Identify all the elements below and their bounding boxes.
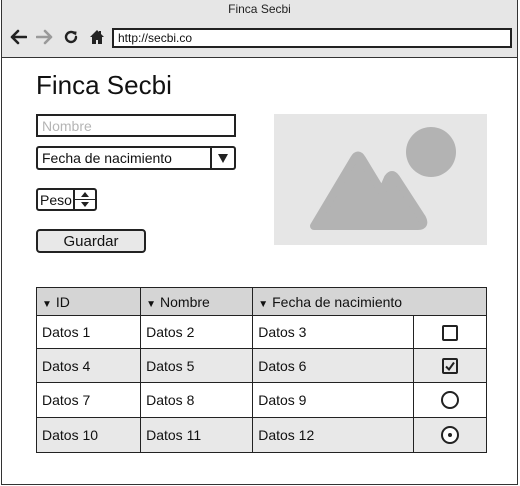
sort-down-icon: ▼ bbox=[42, 298, 52, 310]
step-down-icon[interactable] bbox=[75, 200, 95, 209]
stepper-buttons bbox=[73, 190, 95, 209]
browser-toolbar: http://secbi.co bbox=[2, 18, 517, 58]
table-cell: Datos 10 bbox=[35, 417, 142, 453]
back-arrow-icon[interactable] bbox=[8, 26, 28, 48]
row-radio-selected[interactable] bbox=[440, 426, 459, 445]
page-content: Finca Secbi Fecha de nacimiento Peso Gua… bbox=[2, 58, 517, 485]
image-placeholder-icon bbox=[274, 114, 487, 245]
table-cell: Datos 2 bbox=[140, 315, 254, 349]
sort-down-icon: ▼ bbox=[258, 298, 269, 310]
address-bar[interactable]: http://secbi.co bbox=[112, 28, 512, 48]
table-row: Datos 7 Datos 8 Datos 9 bbox=[35, 382, 488, 418]
table-row: Datos 10 Datos 11 Datos 12 bbox=[35, 417, 488, 453]
weight-stepper[interactable]: Peso bbox=[36, 188, 97, 211]
reload-icon[interactable] bbox=[61, 26, 81, 48]
column-header-empty bbox=[413, 287, 488, 316]
browser-window: Finca Secbi http://secbi.co Finca Secbi … bbox=[1, 0, 518, 485]
sort-down-icon: ▼ bbox=[146, 298, 157, 310]
forward-arrow-icon[interactable] bbox=[35, 26, 55, 48]
row-control-cell bbox=[412, 348, 488, 383]
table-cell: Datos 5 bbox=[140, 348, 254, 383]
chevron-down-icon[interactable] bbox=[210, 148, 234, 168]
column-header-id[interactable]: ▼ ID bbox=[35, 287, 142, 316]
table-row: Datos 1 Datos 2 Datos 3 bbox=[35, 315, 488, 349]
table-cell: Datos 7 bbox=[35, 382, 142, 418]
radio-dot bbox=[447, 433, 452, 438]
table-cell: Datos 4 bbox=[35, 348, 142, 383]
data-table: ▼ ID ▼ Nombre ▼ Fecha de nacimiento Datos 1… bbox=[35, 287, 488, 453]
birthdate-select-value: Fecha de nacimiento bbox=[42, 150, 172, 166]
table-cell: Datos 8 bbox=[140, 382, 254, 418]
table-cell: Datos 9 bbox=[252, 382, 414, 418]
home-icon[interactable] bbox=[87, 26, 107, 48]
table-cell: Datos 6 bbox=[252, 348, 414, 383]
window-title: Finca Secbi bbox=[2, 0, 517, 18]
row-checkbox-checked[interactable] bbox=[441, 358, 458, 375]
birthdate-select[interactable]: Fecha de nacimiento bbox=[36, 146, 236, 170]
column-header-nombre[interactable]: ▼ Nombre bbox=[140, 287, 254, 316]
row-control-cell bbox=[412, 382, 488, 418]
table-cell: Datos 12 bbox=[252, 417, 414, 453]
table-cell: Datos 1 bbox=[35, 315, 142, 349]
table-header-row: ▼ ID ▼ Nombre ▼ Fecha de nacimiento bbox=[35, 287, 488, 316]
step-up-icon[interactable] bbox=[75, 190, 95, 200]
name-input[interactable] bbox=[36, 114, 236, 137]
weight-stepper-label: Peso bbox=[40, 192, 72, 208]
row-control-cell bbox=[412, 417, 488, 453]
checkmark-icon bbox=[445, 362, 455, 372]
page-title: Finca Secbi bbox=[36, 70, 172, 100]
table-cell: Datos 11 bbox=[140, 417, 254, 453]
table-row: Datos 4 Datos 5 Datos 6 bbox=[35, 348, 488, 383]
table-cell: Datos 3 bbox=[252, 315, 414, 349]
row-checkbox[interactable] bbox=[441, 324, 458, 341]
row-radio[interactable] bbox=[440, 391, 459, 410]
row-control-cell bbox=[412, 315, 488, 349]
column-header-fecha[interactable]: ▼ Fecha de nacimiento bbox=[252, 287, 414, 316]
save-button[interactable]: Guardar bbox=[36, 229, 146, 253]
